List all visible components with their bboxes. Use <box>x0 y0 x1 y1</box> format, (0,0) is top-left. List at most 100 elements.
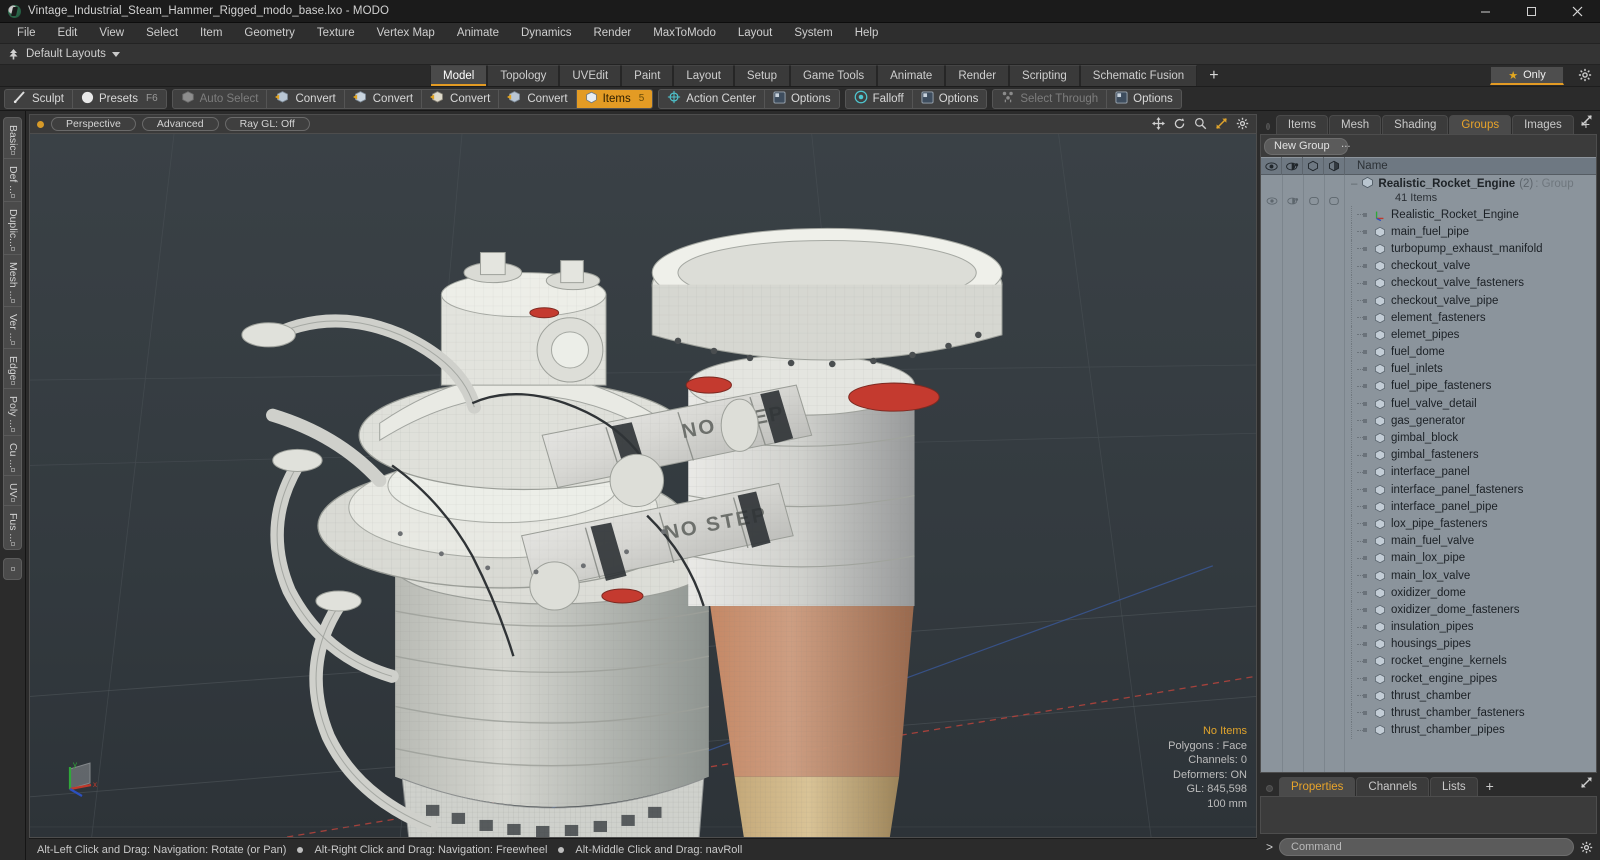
item-row[interactable]: interface_panel <box>1345 463 1596 481</box>
item-list[interactable]: – Realistic_Rocket_Engine (2) : Group 41… <box>1261 175 1596 772</box>
item-row[interactable]: checkout_valve_fasteners <box>1345 274 1596 292</box>
right-panel-menu-dot-icon[interactable] <box>1266 123 1270 130</box>
item-row[interactable]: checkout_valve <box>1345 257 1596 275</box>
select-through-options-button[interactable]: Options <box>1107 90 1181 108</box>
wireframe-cube-icon[interactable] <box>1303 157 1324 175</box>
item-row[interactable]: fuel_valve_detail <box>1345 395 1596 413</box>
minimize-button[interactable] <box>1462 0 1508 23</box>
item-row[interactable]: main_fuel_pipe <box>1345 223 1596 241</box>
viewport-3d[interactable]: NO STEP NO STEP <box>29 133 1257 838</box>
tab-properties[interactable]: Properties <box>1279 777 1356 796</box>
item-row[interactable]: thrust_chamber_fasteners <box>1345 704 1596 722</box>
item-row[interactable]: insulation_pipes <box>1345 618 1596 636</box>
left-tab-fusion[interactable]: Fus ... <box>4 506 21 549</box>
menu-system[interactable]: System <box>783 23 843 44</box>
presets-button[interactable]: Presets F6 <box>73 90 166 108</box>
tab-model[interactable]: Model <box>430 65 488 86</box>
item-row[interactable]: rocket_engine_kernels <box>1345 652 1596 671</box>
close-button[interactable] <box>1554 0 1600 23</box>
item-row[interactable]: main_lox_valve <box>1345 566 1596 585</box>
gear-icon[interactable] <box>1578 68 1592 87</box>
maximize-button[interactable] <box>1508 0 1554 23</box>
gear-icon[interactable] <box>1580 841 1593 854</box>
tab-schematic-fusion[interactable]: Schematic Fusion <box>1079 65 1198 86</box>
item-row[interactable]: interface_panel_pipe <box>1345 498 1596 516</box>
left-tab-uv[interactable]: UV <box>4 476 21 506</box>
item-row[interactable]: main_lox_pipe <box>1345 549 1596 567</box>
toggle-visible[interactable] <box>1261 196 1282 206</box>
menu-item[interactable]: Item <box>189 23 233 44</box>
tab-shading[interactable]: Shading <box>1382 115 1449 134</box>
toggle-shaded[interactable] <box>1324 195 1344 207</box>
left-tab-basic[interactable]: Basic <box>4 118 21 159</box>
tab-images[interactable]: Images <box>1512 115 1574 134</box>
tab-lists[interactable]: Lists <box>1430 777 1478 796</box>
menu-vertex-map[interactable]: Vertex Map <box>366 23 446 44</box>
shading-mode-dropdown[interactable]: Advanced <box>141 117 219 131</box>
item-row[interactable]: oxidizer_dome <box>1345 584 1596 602</box>
tab-channels[interactable]: Channels <box>1356 777 1430 796</box>
menu-geometry[interactable]: Geometry <box>233 23 306 44</box>
eye-icon[interactable] <box>1261 157 1282 175</box>
convert-button-3[interactable]: Convert <box>422 89 500 108</box>
right-panel-expand-icon[interactable] <box>1580 114 1593 132</box>
auto-select-button[interactable]: Auto Select <box>173 89 268 108</box>
render-visibility-icon[interactable] <box>1282 157 1303 175</box>
menu-help[interactable]: Help <box>844 23 890 44</box>
menu-animate[interactable]: Animate <box>446 23 510 44</box>
left-tab-mesh[interactable]: Mesh ... <box>4 255 21 307</box>
action-center-button[interactable]: Action Center <box>659 89 765 108</box>
convert-button-2[interactable]: Convert <box>345 89 423 108</box>
shaded-cube-icon[interactable] <box>1324 157 1345 175</box>
tab-setup[interactable]: Setup <box>733 65 790 86</box>
left-tab-edge[interactable]: Edge <box>4 349 21 389</box>
menu-select[interactable]: Select <box>135 23 189 44</box>
left-tab-poly[interactable]: Poly ... <box>4 389 21 437</box>
tab-layout[interactable]: Layout <box>673 65 734 86</box>
left-tab-deform[interactable]: Def ... <box>4 159 21 202</box>
view-mode-dropdown[interactable]: Perspective <box>51 117 136 131</box>
item-row[interactable]: lox_pipe_fasteners <box>1345 515 1596 533</box>
left-tab-vertex[interactable]: Ver ... <box>4 307 21 350</box>
menu-layout[interactable]: Layout <box>727 23 784 44</box>
tab-uvedit[interactable]: UVEdit <box>559 65 622 86</box>
lower-panel-menu-dot-icon[interactable] <box>1266 785 1273 792</box>
toggle-render[interactable] <box>1282 196 1303 206</box>
lower-panel-expand-icon[interactable] <box>1580 776 1593 794</box>
add-tab-button[interactable]: + <box>1197 65 1230 86</box>
collapse-toggle-icon[interactable]: – <box>1351 178 1357 190</box>
item-row[interactable]: checkout_valve_pipe <box>1345 291 1596 310</box>
left-tab-extra[interactable] <box>3 557 22 580</box>
raygl-dropdown[interactable]: Ray GL: Off <box>224 117 310 131</box>
item-row[interactable]: gas_generator <box>1345 412 1596 430</box>
tab-items[interactable]: Items <box>1275 115 1329 134</box>
menu-render[interactable]: Render <box>582 23 642 44</box>
menu-file[interactable]: File <box>6 23 47 44</box>
tab-groups[interactable]: Groups <box>1449 115 1512 134</box>
menu-dynamics[interactable]: Dynamics <box>510 23 582 44</box>
item-row[interactable]: rocket_engine_pipes <box>1345 670 1596 688</box>
default-layouts-label[interactable]: Default Layouts <box>26 48 106 60</box>
tree-icon[interactable] <box>0 48 26 61</box>
item-row[interactable]: gimbal_fasteners <box>1345 446 1596 464</box>
item-row[interactable]: thrust_chamber <box>1345 687 1596 705</box>
tab-paint[interactable]: Paint <box>621 65 674 86</box>
chevron-down-icon[interactable] <box>111 51 120 57</box>
item-row[interactable]: element_fasteners <box>1345 309 1596 327</box>
item-row[interactable]: main_fuel_valve <box>1345 532 1596 550</box>
menu-texture[interactable]: Texture <box>306 23 366 44</box>
item-row[interactable]: elemet_pipes <box>1345 326 1596 344</box>
viewport-menu-dot-icon[interactable] <box>37 120 44 128</box>
toggle-wireframe[interactable] <box>1303 195 1324 207</box>
tab-animate[interactable]: Animate <box>877 65 946 86</box>
falloff-options-button[interactable]: Options <box>913 90 987 108</box>
items-button[interactable]: Items 5 <box>576 89 653 108</box>
menu-maxtomodo[interactable]: MaxToModo <box>642 23 727 44</box>
group-row[interactable]: – Realistic_Rocket_Engine (2) : Group <box>1345 175 1596 192</box>
menu-edit[interactable]: Edit <box>47 23 89 44</box>
item-row[interactable]: Realistic_Rocket_Engine <box>1345 206 1596 224</box>
item-row[interactable]: oxidizer_dome_fasteners <box>1345 601 1596 619</box>
only-button[interactable]: ★ Only <box>1490 66 1564 85</box>
tab-render[interactable]: Render <box>945 65 1010 86</box>
item-row[interactable]: interface_panel_fasteners <box>1345 481 1596 499</box>
